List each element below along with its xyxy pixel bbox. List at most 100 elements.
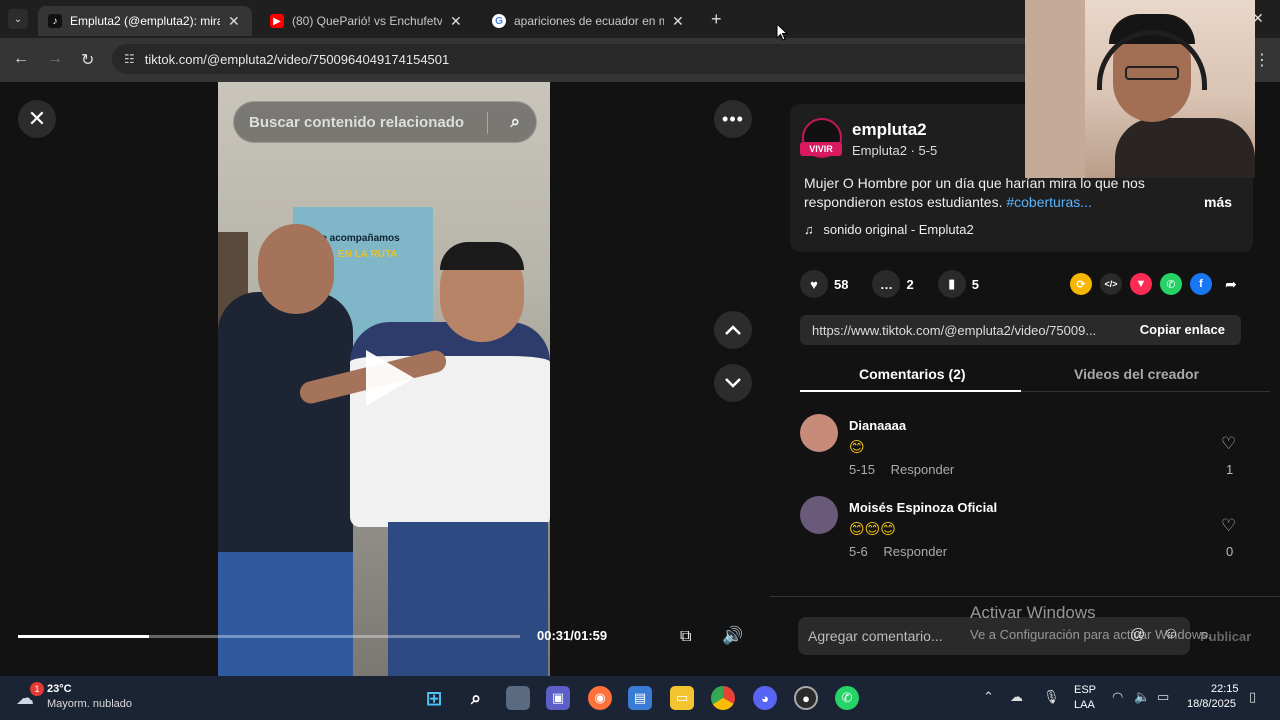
search-icon[interactable]: ⌕ <box>510 112 520 132</box>
embed-icon[interactable]: </> <box>1100 273 1122 295</box>
tab-title: apariciones de ecuador en mun <box>514 14 664 28</box>
previous-video-button[interactable] <box>714 311 752 349</box>
tab-empluta2[interactable]: ♪ Empluta2 (@empluta2): mira L ✕ <box>38 6 252 36</box>
notifications-icon[interactable]: ▯ <box>1249 689 1256 705</box>
weather-widget[interactable]: ☁ 1 <box>14 682 44 708</box>
comment-bubble-icon[interactable]: … <box>872 270 901 298</box>
comment-date: 5-15 <box>849 462 876 477</box>
discord-icon[interactable]: ◕ <box>753 686 777 710</box>
comment-meta: 5-6 Responder <box>849 544 947 559</box>
windows-taskbar: ☁ 1 23°C Mayorm. nublado ⊞ ⌕ ▣ ◉ ▤ ▭ ◕ ●… <box>0 676 1280 720</box>
close-video-button[interactable]: ✕ <box>18 100 56 138</box>
commenter-avatar[interactable] <box>800 496 838 534</box>
wifi-icon[interactable]: ◠ <box>1112 689 1123 705</box>
bookmark-icon[interactable]: ▮ <box>937 270 966 298</box>
mouse-cursor-icon <box>776 23 788 41</box>
search-icon[interactable]: ⌕ <box>464 686 488 710</box>
close-tab-icon[interactable]: ✕ <box>228 13 240 30</box>
related-search-input[interactable]: Buscar contenido relacionado ⌕ <box>233 101 537 143</box>
webcam-wall <box>1025 0 1085 178</box>
tab-creator-videos[interactable]: Videos del creador <box>1074 366 1199 382</box>
video-progress-bar[interactable] <box>18 635 520 638</box>
close-tab-icon[interactable]: ✕ <box>672 13 684 30</box>
site-info-icon[interactable]: ☷ <box>124 52 135 66</box>
commenter-name[interactable]: Moisés Espinoza Oficial <box>849 500 997 515</box>
store-icon[interactable]: ▤ <box>628 686 652 710</box>
new-tab-icon[interactable]: + <box>711 9 722 30</box>
engagement-stats: ♥ 58 … 2 ▮ 5 <box>800 270 979 298</box>
reload-icon[interactable]: ↻ <box>81 50 94 70</box>
teams-icon[interactable]: ▣ <box>546 686 570 710</box>
reply-button[interactable]: Responder <box>891 462 955 477</box>
video-player[interactable]: te acompañamos EN LA RUTA <box>218 82 550 676</box>
like-heart-icon[interactable]: ♥ <box>800 270 828 298</box>
music-note-icon: ♫ <box>804 222 814 237</box>
firefox-icon[interactable]: ◉ <box>588 686 612 710</box>
chrome-icon[interactable] <box>711 686 735 710</box>
comment-item: Dianaaaa 😊 5-15 Responder ♡ 1 <box>800 414 1245 484</box>
whatsapp-icon[interactable]: ✆ <box>835 686 859 710</box>
tab-comments[interactable]: Comentarios (2) <box>859 366 966 382</box>
picture-in-picture-icon[interactable]: ⧉ <box>680 628 691 646</box>
battery-icon[interactable]: ▭ <box>1157 689 1169 705</box>
commenter-avatar[interactable] <box>800 414 838 452</box>
repost-icon[interactable]: ⟳ <box>1070 273 1092 295</box>
reply-button[interactable]: Responder <box>883 544 947 559</box>
tab-title: Empluta2 (@empluta2): mira L <box>70 14 220 28</box>
clock-time[interactable]: 22:15 <box>1211 683 1239 695</box>
facebook-icon[interactable]: f <box>1190 273 1212 295</box>
share-link-field[interactable]: https://www.tiktok.com/@empluta2/video/7… <box>800 315 1241 345</box>
close-tab-icon[interactable]: ✕ <box>450 13 462 30</box>
back-icon[interactable]: ← <box>13 50 29 68</box>
chevron-down-icon <box>725 378 741 388</box>
more-link[interactable]: más <box>1204 194 1232 210</box>
weather-badge: 1 <box>30 682 44 696</box>
speaker-icon[interactable]: 🔈 <box>1134 689 1150 705</box>
activate-windows-title: Activar Windows <box>970 603 1096 622</box>
glasses-icon <box>1125 66 1179 80</box>
keyboard-layout[interactable]: LAA <box>1074 699 1095 711</box>
sound-info[interactable]: ♫ sonido original - Empluta2 <box>804 222 974 237</box>
tab-google-search[interactable]: G apariciones de ecuador en mun ✕ <box>482 6 696 36</box>
microphone-icon[interactable]: 🎙 <box>1043 689 1060 705</box>
youtube-icon: ▶ <box>270 14 284 28</box>
task-view-icon[interactable] <box>506 686 530 710</box>
comment-like-icon[interactable]: ♡ <box>1221 516 1236 536</box>
share-arrow-icon[interactable]: ➦ <box>1220 273 1242 295</box>
commenter-name[interactable]: Dianaaaa <box>849 418 906 433</box>
weather-temp: 23°C <box>47 683 72 695</box>
whatsapp-icon[interactable]: ✆ <box>1160 273 1182 295</box>
poster-text: te acompañamos <box>318 233 400 244</box>
more-options-button[interactable]: ••• <box>714 100 752 138</box>
copy-link-button[interactable]: Copiar enlace <box>1140 322 1225 337</box>
post-description: Mujer O Hombre por un día que harían mir… <box>804 174 1184 212</box>
brand-badge: VIVIR <box>800 142 842 156</box>
person-left-head <box>258 224 334 314</box>
play-icon[interactable] <box>366 350 414 406</box>
onedrive-icon[interactable]: ☁ <box>1010 689 1023 705</box>
creator-avatar[interactable]: VIVIR <box>800 118 842 158</box>
person-right-jeans <box>388 522 548 676</box>
creator-username[interactable]: empluta2 <box>852 120 927 140</box>
volume-icon[interactable]: 🔊 <box>722 626 743 646</box>
url-text: tiktok.com/@empluta2/video/7500964049174… <box>144 51 450 67</box>
menu-dots-icon[interactable]: ⋮ <box>1254 50 1270 70</box>
file-explorer-icon[interactable]: ▭ <box>670 686 694 710</box>
hashtag-link[interactable]: #coberturas... <box>1006 194 1092 210</box>
comment-like-icon[interactable]: ♡ <box>1221 434 1236 454</box>
video-panel: te acompañamos EN LA RUTA ✕ Buscar conte… <box>0 82 770 676</box>
save-count: 5 <box>971 276 979 292</box>
close-icon: ✕ <box>27 106 47 131</box>
next-video-button[interactable] <box>714 364 752 402</box>
sound-name: sonido original - Empluta2 <box>823 222 974 237</box>
language-code[interactable]: ESP <box>1074 684 1096 696</box>
send-icon[interactable]: ▼ <box>1130 273 1152 295</box>
search-divider <box>487 112 488 134</box>
tab-queopario[interactable]: ▶ (80) QueParió! vs Enchufetv: La ✕ <box>260 6 474 36</box>
forward-icon[interactable]: → <box>47 50 63 68</box>
windows-start-icon[interactable]: ⊞ <box>422 686 446 710</box>
obs-icon[interactable]: ● <box>794 686 818 710</box>
tab-search-button[interactable]: ⌄ <box>8 9 28 29</box>
clock-date[interactable]: 18/8/2025 <box>1187 698 1236 710</box>
tray-chevron-up-icon[interactable]: ⌃ <box>983 689 994 705</box>
